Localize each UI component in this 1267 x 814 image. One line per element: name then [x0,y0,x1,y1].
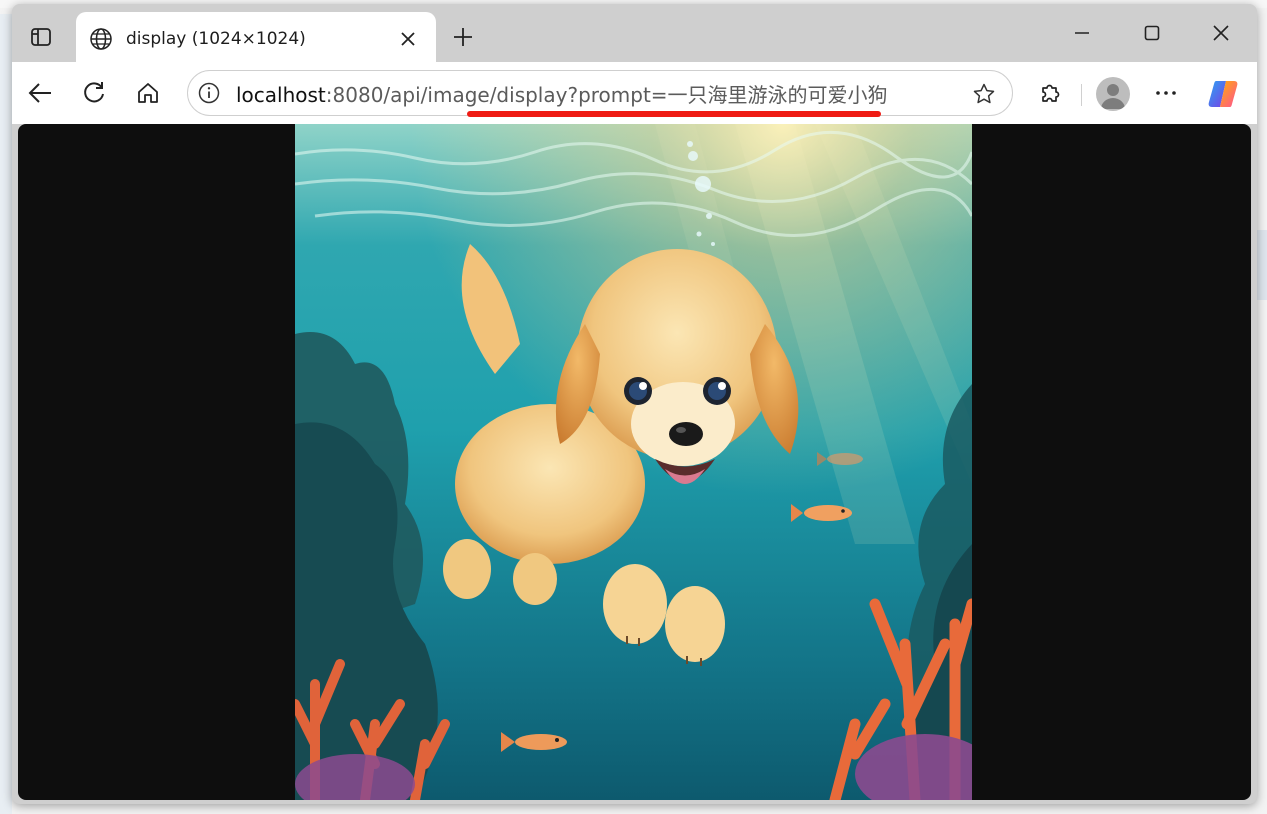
copilot-icon[interactable] [1206,77,1240,111]
plus-icon[interactable] [448,22,478,52]
browser-window: display (1024×1024) localhost:8080/api/i… [12,4,1257,804]
tab-strip: display (1024×1024) [12,4,1257,66]
close-icon[interactable] [394,25,422,53]
url-text[interactable]: localhost:8080/api/image/display?prompt=… [236,79,888,108]
url-path: :8080/api/image/display?prompt=一只海里游泳的可爱… [325,82,888,107]
star-icon[interactable] [970,80,998,108]
home-icon[interactable] [132,77,164,109]
page-content [18,124,1251,800]
window-close-icon[interactable] [1203,18,1239,48]
minimize-icon[interactable] [1064,18,1100,48]
extensions-icon[interactable] [1034,77,1066,109]
refresh-icon[interactable] [78,77,110,109]
tab-display[interactable]: display (1024×1024) [76,12,436,66]
url-host: localhost [236,82,326,107]
more-icon[interactable] [1150,77,1182,109]
back-icon[interactable] [24,77,56,109]
displayed-image[interactable] [295,124,972,800]
toolbar-divider [1081,84,1082,106]
maximize-icon[interactable] [1134,18,1170,48]
tab-title: display (1024×1024) [126,29,306,49]
info-icon[interactable] [196,80,222,106]
address-bar[interactable]: localhost:8080/api/image/display?prompt=… [187,70,1013,116]
globe-icon [88,26,114,52]
background-left-strip [0,14,12,814]
url-highlight-underline [467,111,881,117]
avatar[interactable] [1096,77,1130,111]
background-right-strip [1257,230,1267,300]
tab-actions-icon[interactable] [26,22,56,52]
